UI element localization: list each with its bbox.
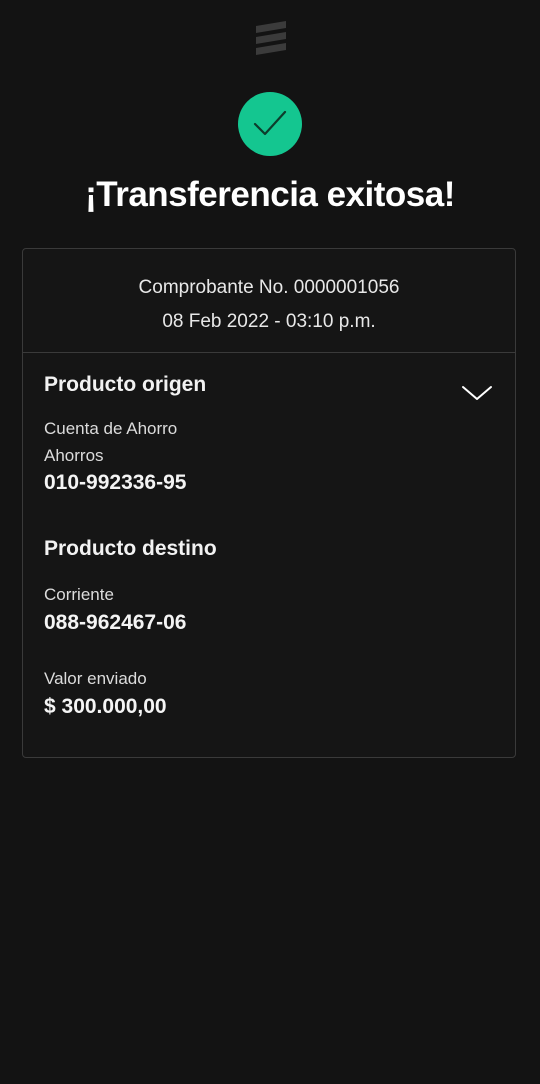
- transfer-success-screen: ¡Transferencia exitosa! Comprobante No. …: [0, 0, 540, 1084]
- chevron-down-icon[interactable]: [461, 383, 493, 403]
- receipt-datetime: 08 Feb 2022 - 03:10 p.m.: [162, 311, 376, 332]
- amount-value: $ 300.000,00: [44, 695, 167, 718]
- checkmark-icon: [253, 110, 287, 136]
- destination-section-title: Producto destino: [44, 537, 217, 560]
- receipt-number: Comprobante No. 0000001056: [138, 277, 400, 298]
- receipt-header: Comprobante No. 0000001056 08 Feb 2022 -…: [23, 249, 515, 353]
- bank-logo-icon: [256, 21, 286, 55]
- page-title: ¡Transferencia exitosa!: [85, 175, 455, 214]
- destination-account-number: 088-962467-06: [44, 611, 187, 634]
- success-status-badge: [238, 92, 302, 156]
- origin-account-type: Cuenta de Ahorro: [44, 419, 178, 438]
- transfer-detail-card: Comprobante No. 0000001056 08 Feb 2022 -…: [22, 248, 516, 758]
- origin-account-subtype: Ahorros: [44, 446, 104, 465]
- origin-section-title: Producto origen: [44, 373, 207, 396]
- amount-label: Valor enviado: [44, 669, 147, 688]
- destination-account-type: Corriente: [44, 585, 114, 604]
- origin-account-number: 010-992336-95: [44, 471, 187, 494]
